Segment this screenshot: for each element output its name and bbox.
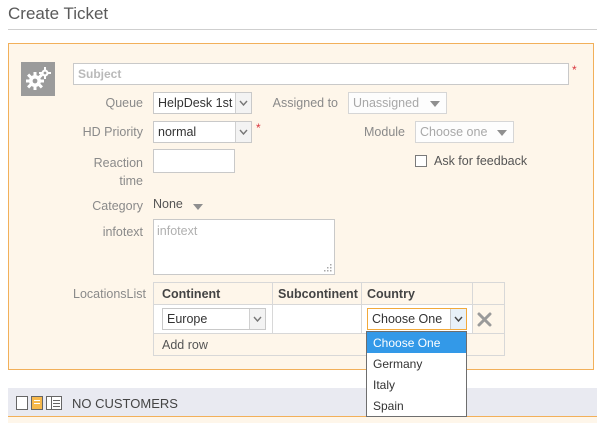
column-header-subcontinent: Subcontinent xyxy=(278,287,358,301)
chevron-down-icon xyxy=(235,93,251,113)
reaction-time-label-line2: time xyxy=(119,174,143,188)
module-label: Module xyxy=(364,125,405,139)
subject-placeholder: Subject xyxy=(78,67,122,81)
detail-view-icon[interactable] xyxy=(46,396,62,410)
continent-select[interactable]: Europe xyxy=(162,308,266,330)
card-view-icon[interactable] xyxy=(31,396,43,410)
category-label: Category xyxy=(92,199,143,213)
dropdown-option[interactable]: Choose One xyxy=(367,332,466,353)
chevron-down-icon xyxy=(430,101,440,107)
chevron-down-icon xyxy=(235,122,251,142)
column-header-continent: Continent xyxy=(162,287,221,301)
title-divider xyxy=(8,29,597,30)
queue-label: Queue xyxy=(105,96,143,110)
assigned-to-select[interactable]: Unassigned xyxy=(348,92,447,114)
column-divider xyxy=(472,282,473,334)
gear-icon[interactable] xyxy=(21,62,55,96)
hd-priority-value: normal xyxy=(158,125,197,139)
add-row-link[interactable]: Add row xyxy=(162,338,208,352)
subcontinent-cell[interactable] xyxy=(273,305,361,333)
list-view-icon[interactable] xyxy=(16,396,28,410)
reaction-time-input[interactable] xyxy=(153,149,235,173)
category-value: None xyxy=(153,197,183,211)
country-value: Choose One xyxy=(372,312,443,326)
customers-title: NO CUSTOMERS xyxy=(72,396,178,411)
dropdown-option[interactable]: Germany xyxy=(367,353,466,374)
module-select[interactable]: Choose one xyxy=(415,121,514,143)
infotext-textarea[interactable]: infotext xyxy=(153,219,335,275)
reaction-time-label-line1: Reaction xyxy=(93,156,143,170)
continent-value: Europe xyxy=(167,312,208,326)
subject-required-mark: * xyxy=(572,63,577,77)
close-icon[interactable] xyxy=(477,312,492,327)
customers-panel xyxy=(8,416,597,423)
module-value: Choose one xyxy=(420,125,488,139)
category-select[interactable]: None xyxy=(153,197,213,215)
assigned-to-label: Assigned to xyxy=(272,96,338,110)
ask-feedback-label: Ask for feedback xyxy=(434,154,528,168)
column-header-country: Country xyxy=(367,287,415,301)
hd-priority-label: HD Priority xyxy=(82,125,143,139)
locations-list-label: LocationsList xyxy=(73,287,146,301)
queue-value: HelpDesk 1st xyxy=(158,96,233,110)
assigned-to-value: Unassigned xyxy=(353,96,420,110)
dropdown-option[interactable]: Spain xyxy=(367,395,466,416)
country-select[interactable]: Choose One xyxy=(367,308,467,330)
chevron-down-icon xyxy=(450,309,466,329)
dropdown-option[interactable]: Italy xyxy=(367,374,466,395)
ask-feedback-checkbox[interactable] xyxy=(415,155,427,167)
hd-priority-required-mark: * xyxy=(256,121,261,135)
infotext-placeholder: infotext xyxy=(157,224,198,238)
reaction-time-label: Reaction time xyxy=(60,154,143,190)
resize-handle-icon[interactable] xyxy=(324,264,332,272)
infotext-label: infotext xyxy=(102,225,143,239)
subject-input[interactable]: Subject xyxy=(73,63,569,85)
country-dropdown-list: Choose One Germany Italy Spain xyxy=(366,331,467,417)
hd-priority-select[interactable]: normal xyxy=(153,121,252,143)
page-title: Create Ticket xyxy=(8,4,109,23)
chevron-down-icon xyxy=(193,204,203,210)
queue-select[interactable]: HelpDesk 1st xyxy=(153,92,252,114)
chevron-down-icon xyxy=(497,130,507,136)
chevron-down-icon xyxy=(249,309,265,329)
